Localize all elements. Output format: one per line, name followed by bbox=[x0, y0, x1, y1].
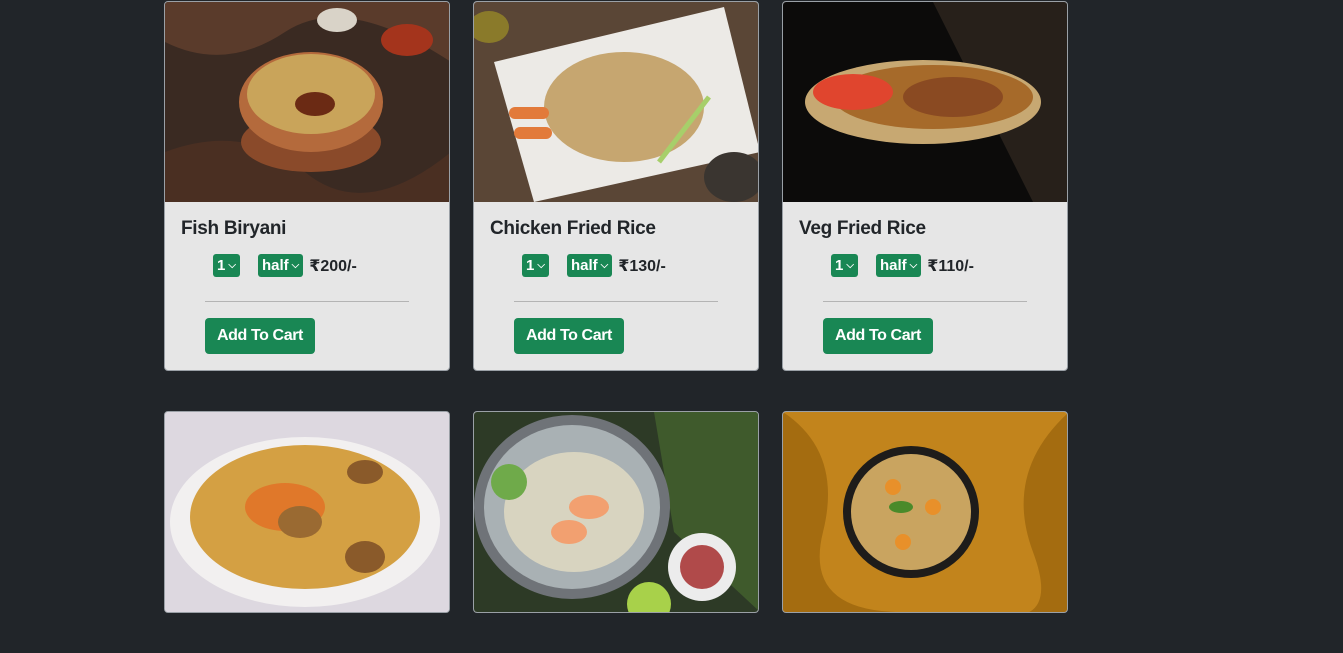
product-options: 1 ⌵ half ⌵ ₹200/- bbox=[181, 254, 433, 277]
divider bbox=[823, 301, 1027, 302]
chicken-fried-rice-image bbox=[474, 2, 758, 202]
quantity-value: 1 bbox=[835, 257, 844, 274]
product-card-veg-fried-rice: Veg Fried Rice 1 ⌵ half ⌵ ₹110/- Add To … bbox=[782, 1, 1068, 371]
divider bbox=[514, 301, 718, 302]
chevron-down-icon: ⌵ bbox=[909, 260, 918, 271]
quantity-select[interactable]: 1 ⌵ bbox=[831, 254, 858, 277]
product-price: ₹110/- bbox=[927, 257, 974, 275]
product-name: Veg Fried Rice bbox=[799, 218, 926, 239]
size-select[interactable]: half ⌵ bbox=[257, 254, 304, 277]
product-name: Fish Biryani bbox=[181, 218, 287, 239]
prawn-fried-rice-image bbox=[474, 412, 758, 612]
chevron-down-icon: ⌵ bbox=[228, 260, 236, 271]
product-grid: Fish Biryani 1 ⌵ half ⌵ ₹200/- Add To Ca… bbox=[164, 1, 1074, 653]
size-value: half bbox=[879, 257, 907, 274]
size-select[interactable]: half ⌵ bbox=[875, 254, 922, 277]
chevron-down-icon: ⌵ bbox=[537, 260, 545, 271]
size-value: half bbox=[570, 257, 598, 274]
product-card bbox=[782, 411, 1068, 613]
product-name: Chicken Fried Rice bbox=[490, 218, 656, 239]
product-options: 1 ⌵ half ⌵ ₹110/- bbox=[799, 254, 1051, 277]
paneer-biryani-image bbox=[783, 412, 1067, 612]
product-price: ₹130/- bbox=[618, 257, 666, 275]
add-to-cart-button[interactable]: Add To Cart bbox=[823, 318, 933, 354]
product-card-fish-biryani: Fish Biryani 1 ⌵ half ⌵ ₹200/- Add To Ca… bbox=[164, 1, 450, 371]
product-row-2 bbox=[164, 411, 1074, 613]
product-options: 1 ⌵ half ⌵ ₹130/- bbox=[490, 254, 742, 277]
fish-biryani-image bbox=[165, 2, 449, 202]
product-row-1: Fish Biryani 1 ⌵ half ⌵ ₹200/- Add To Ca… bbox=[164, 1, 1074, 371]
veg-fried-rice-image bbox=[783, 2, 1067, 202]
divider bbox=[205, 301, 409, 302]
quantity-select[interactable]: 1 ⌵ bbox=[522, 254, 549, 277]
chicken-biryani-image bbox=[165, 412, 449, 612]
quantity-value: 1 bbox=[526, 257, 535, 274]
card-body: Fish Biryani 1 ⌵ half ⌵ ₹200/- Add To Ca… bbox=[165, 202, 449, 370]
product-card bbox=[164, 411, 450, 613]
product-card-chicken-fried-rice: Chicken Fried Rice 1 ⌵ half ⌵ ₹130/- Add… bbox=[473, 1, 759, 371]
chevron-down-icon: ⌵ bbox=[600, 260, 609, 271]
add-to-cart-button[interactable]: Add To Cart bbox=[514, 318, 624, 354]
quantity-value: 1 bbox=[217, 257, 226, 274]
card-body: Chicken Fried Rice 1 ⌵ half ⌵ ₹130/- Add… bbox=[474, 202, 758, 370]
size-select[interactable]: half ⌵ bbox=[566, 254, 613, 277]
quantity-select[interactable]: 1 ⌵ bbox=[213, 254, 240, 277]
size-value: half bbox=[261, 257, 289, 274]
product-card bbox=[473, 411, 759, 613]
card-body: Veg Fried Rice 1 ⌵ half ⌵ ₹110/- Add To … bbox=[783, 202, 1067, 370]
chevron-down-icon: ⌵ bbox=[846, 260, 854, 271]
chevron-down-icon: ⌵ bbox=[291, 260, 300, 271]
add-to-cart-button[interactable]: Add To Cart bbox=[205, 318, 315, 354]
product-price: ₹200/- bbox=[309, 257, 357, 275]
